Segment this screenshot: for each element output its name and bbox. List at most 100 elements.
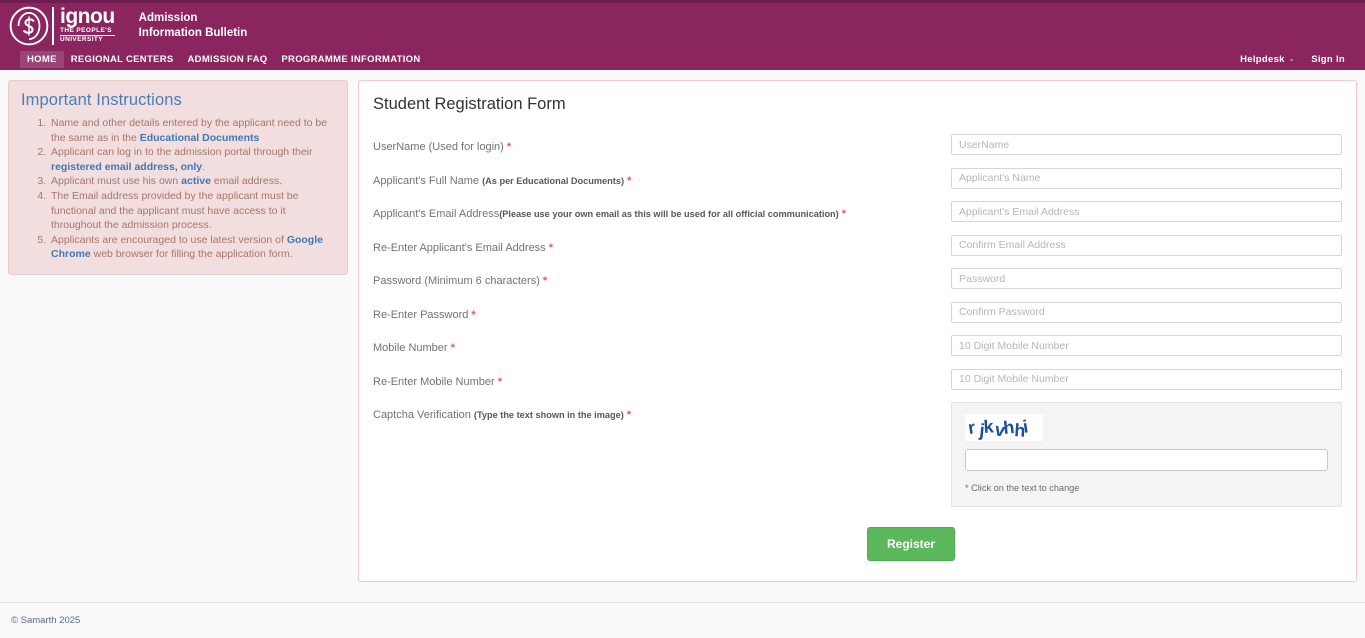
- instruction-text: Applicants are encouraged to use latest …: [51, 233, 287, 246]
- instruction-text: Applicant can log in to the admission po…: [51, 146, 313, 159]
- field-wrapper: [951, 134, 1342, 155]
- form-row: Applicant's Email Address(Please use you…: [373, 201, 1342, 222]
- field-label: Applicant's Full Name (As per Educationa…: [373, 168, 951, 188]
- required-marker: *: [539, 275, 548, 287]
- field-label: Re-Enter Mobile Number *: [373, 369, 951, 389]
- site-footer: © Samarth 2025: [0, 602, 1365, 638]
- form-row: UserName (Used for login) *: [373, 134, 1342, 155]
- nav-links-right: Helpdesk - Sign In: [1238, 51, 1347, 68]
- captcha-required-marker: *: [626, 409, 632, 421]
- instructions-title: Important Instructions: [21, 91, 182, 109]
- student-registration-panel: Student Registration Form UserName (Used…: [358, 80, 1357, 582]
- brand-wordmark: ignou THE PEOPLE'S UNIVERSITY: [52, 4, 115, 45]
- email-input[interactable]: [951, 201, 1342, 222]
- nav-item-sign-in[interactable]: Sign In: [1309, 51, 1347, 68]
- field-label-main: Re-Enter Password: [373, 308, 469, 321]
- site-header: ignou THE PEOPLE'S UNIVERSITY Admission …: [0, 3, 1365, 48]
- confirm-password-input[interactable]: [951, 301, 1342, 323]
- field-label-main: Re-Enter Mobile Number: [373, 375, 495, 388]
- instruction-item: Applicant must use his own active email …: [49, 174, 335, 189]
- field-wrapper: [951, 201, 1342, 222]
- field-label-main: Re-Enter Applicant's Email Address: [373, 241, 546, 254]
- captcha-container: rjkvhhi * Click on the text to change: [951, 402, 1342, 507]
- password-input[interactable]: [951, 268, 1342, 289]
- register-button[interactable]: Register: [867, 527, 956, 561]
- field-label-main: UserName (Used for login): [373, 141, 504, 153]
- instruction-text: Applicant must use his own: [51, 175, 182, 188]
- field-label-main: Applicant's Email Address: [373, 208, 500, 220]
- required-marker: *: [494, 375, 502, 388]
- captcha-label-sub: (Type the text shown in the image): [473, 410, 624, 420]
- nav-item-home[interactable]: HOME: [20, 50, 64, 68]
- brand-tagline-line2: UNIVERSITY: [60, 36, 104, 44]
- field-wrapper: [951, 301, 1342, 323]
- field-label-main: Applicant's Full Name: [373, 174, 483, 187]
- field-label: Password (Minimum 6 characters) *: [373, 268, 951, 288]
- instruction-text: email address.: [210, 175, 283, 188]
- required-marker: *: [624, 174, 632, 187]
- full-name-input[interactable]: [951, 167, 1342, 189]
- important-instructions-panel: Important Instructions Name and other de…: [8, 80, 348, 275]
- form-fields: UserName (Used for login) *Applicant's F…: [373, 134, 1342, 390]
- mobile-input[interactable]: [951, 335, 1342, 356]
- field-wrapper: [951, 167, 1342, 189]
- captcha-image[interactable]: r jk vhhi: [965, 414, 1043, 441]
- field-label-main: Mobile Number: [373, 342, 448, 354]
- confirm-mobile-input[interactable]: [951, 368, 1342, 390]
- captcha-section: Captcha Verification (Type the text show…: [373, 402, 1342, 507]
- field-wrapper: [951, 234, 1342, 256]
- brand-tagline-line1: THE PEOPLE'S: [60, 27, 115, 37]
- brand-logo[interactable]: ignou THE PEOPLE'S UNIVERSITY: [8, 5, 115, 47]
- nav-item-regional-centers[interactable]: REGIONAL CENTERS: [64, 51, 181, 68]
- brand-name: ignou: [60, 4, 115, 28]
- instruction-item: Applicants are encouraged to use latest …: [49, 233, 335, 262]
- site-title: Admission Information Bulletin: [139, 11, 248, 41]
- instructions-list: Name and other details entered by the ap…: [21, 116, 335, 262]
- right-column: Student Registration Form UserName (Used…: [358, 80, 1357, 582]
- page-body: Important Instructions Name and other de…: [0, 70, 1365, 582]
- confirm-email-input[interactable]: [951, 234, 1342, 256]
- instruction-text: .: [202, 160, 206, 173]
- main-navigation: HOME REGIONAL CENTERS ADMISSION FAQ PROGRAM…: [0, 48, 1365, 70]
- field-label: Applicant's Email Address(Please use you…: [373, 201, 951, 221]
- field-label-sub: (Please use your own email as this will …: [499, 209, 839, 219]
- form-row: Re-Enter Password *: [373, 301, 1342, 323]
- page-title: Student Registration Form: [373, 95, 566, 113]
- form-row: Re-Enter Applicant's Email Address *: [373, 234, 1342, 256]
- field-label-sub: (As per Educational Documents): [482, 175, 625, 186]
- required-marker: *: [545, 241, 554, 254]
- required-marker: *: [503, 141, 512, 153]
- captcha-note: * Click on the text to change: [965, 483, 1080, 493]
- left-column: Important Instructions Name and other de…: [8, 80, 348, 275]
- field-label-main: Password (Minimum 6 characters): [373, 275, 540, 287]
- instruction-item: Name and other details entered by the ap…: [49, 116, 335, 145]
- nav-item-helpdesk[interactable]: Helpdesk -: [1238, 51, 1295, 68]
- field-wrapper: [951, 268, 1342, 289]
- instruction-text: web browser for filling the application …: [90, 248, 293, 261]
- ignou-emblem-icon: [9, 6, 49, 45]
- field-wrapper: [951, 335, 1342, 356]
- form-row: Re-Enter Mobile Number *: [373, 368, 1342, 390]
- required-marker: *: [838, 208, 847, 220]
- field-label: UserName (Used for login) *: [373, 134, 951, 154]
- site-title-line1: Admission: [138, 11, 198, 24]
- site-title-line2: Information Bulletin: [138, 26, 248, 39]
- username-input[interactable]: [951, 134, 1342, 155]
- field-label: Re-Enter Applicant's Email Address *: [373, 235, 951, 255]
- required-marker: *: [447, 342, 455, 354]
- copyright-text: © Samarth 2025: [11, 615, 81, 626]
- nav-links: HOME REGIONAL CENTERS ADMISSION FAQ PROGRAM…: [20, 50, 428, 68]
- instruction-highlight: Educational Documents: [139, 131, 260, 144]
- nav-item-programme-information[interactable]: PROGRAMME INFORMATION: [274, 51, 427, 68]
- submit-spacer: [373, 527, 867, 561]
- field-label: Mobile Number *: [373, 335, 951, 355]
- submit-row: Register: [373, 527, 1342, 561]
- instruction-item: Applicant can log in to the admission po…: [49, 145, 335, 174]
- nav-item-admission-faq[interactable]: ADMISSION FAQ: [181, 51, 275, 68]
- captcha-input[interactable]: [965, 449, 1328, 471]
- instruction-highlight: registered email address, only: [51, 160, 203, 173]
- form-row: Password (Minimum 6 characters) *: [373, 268, 1342, 289]
- form-row: Applicant's Full Name (As per Educationa…: [373, 167, 1342, 189]
- field-wrapper: [951, 368, 1342, 390]
- instruction-highlight: active: [181, 175, 211, 188]
